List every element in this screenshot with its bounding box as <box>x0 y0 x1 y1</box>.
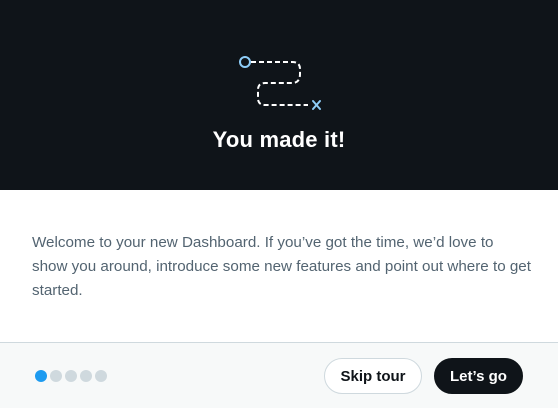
step-dot <box>50 370 62 382</box>
route-path-icon <box>239 56 321 110</box>
step-dot <box>80 370 92 382</box>
tour-footer: Skip tour Let’s go <box>0 342 558 408</box>
tour-description: Welcome to your new Dashboard. If you’ve… <box>32 234 531 299</box>
step-indicator <box>35 370 107 382</box>
step-dot <box>95 370 107 382</box>
step-dot <box>35 370 47 382</box>
lets-go-button[interactable]: Let’s go <box>434 358 523 394</box>
skip-tour-button[interactable]: Skip tour <box>324 358 422 394</box>
tour-title: You made it! <box>212 127 346 152</box>
step-dot <box>65 370 77 382</box>
tour-hero: You made it! <box>0 0 558 190</box>
